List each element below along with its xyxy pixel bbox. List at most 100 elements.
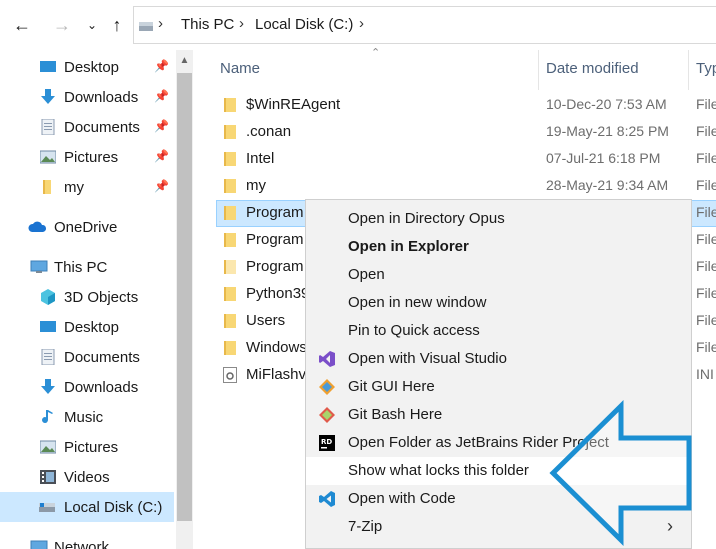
column-header-name[interactable]: Name <box>220 60 260 77</box>
drive-icon <box>139 22 153 31</box>
sidebar-item-downloads[interactable]: Downloads 📌 <box>0 82 174 112</box>
pictures-icon <box>40 440 56 454</box>
menu-item-pin-to-quick-access[interactable]: Pin to Quick access <box>306 317 691 345</box>
address-bar[interactable]: › This PC › Local Disk (C:) › <box>133 6 716 44</box>
documents-icon <box>41 349 55 365</box>
file-row[interactable]: .conan 19-May-21 8:25 PM File <box>216 119 716 146</box>
menu-item-label: Open in new window <box>348 294 487 311</box>
column-header-date-modified[interactable]: Date modified <box>546 60 639 77</box>
column-header-type[interactable]: Typ <box>696 60 716 77</box>
breadcrumb-local-disk[interactable]: Local Disk (C:) <box>255 16 353 33</box>
sidebar-item-pictures[interactable]: Pictures 📌 <box>0 142 174 172</box>
menu-item-show-what-locks-this-folder[interactable]: Show what locks this folder <box>306 457 691 485</box>
file-type: File <box>696 177 716 193</box>
menu-item-open-with-code[interactable]: Open with Code <box>306 485 691 513</box>
drive-icon <box>39 503 55 512</box>
file-name: $WinREAgent <box>246 96 341 113</box>
settings-file-icon <box>223 367 237 383</box>
menu-item-git-bash-here[interactable]: Git Bash Here <box>306 401 691 429</box>
menu-item-label: Open in Explorer <box>348 238 469 255</box>
recent-locations-chevron-icon[interactable]: ⌄ <box>84 12 100 38</box>
navigation-pane: Desktop 📌 Downloads 📌 Documents 📌 Pictur… <box>0 50 176 549</box>
breadcrumb-separator-icon[interactable]: › <box>359 15 364 32</box>
menu-item-label: Open in Directory Opus <box>348 210 505 227</box>
sidebar-item-my[interactable]: my 📌 <box>0 172 174 202</box>
menu-item-open[interactable]: Open <box>306 261 691 289</box>
sidebar-item-onedrive[interactable]: OneDrive <box>0 212 174 242</box>
folder-icon <box>224 125 236 139</box>
menu-item-7-zip[interactable]: 7-Zip › <box>306 513 691 541</box>
file-type: File <box>696 96 716 112</box>
file-type: File <box>696 231 716 247</box>
up-arrow-icon[interactable]: ↑ <box>106 12 128 38</box>
menu-item-open-in-new-window[interactable]: Open in new window <box>306 289 691 317</box>
column-divider[interactable] <box>688 50 689 90</box>
file-row[interactable]: $WinREAgent 10-Dec-20 7:53 AM File <box>216 92 716 119</box>
menu-item-label: Git GUI Here <box>348 378 435 395</box>
file-name: Program <box>246 258 304 275</box>
menu-item-open-as-rider-project[interactable]: RD Open Folder as JetBrains Rider Projec… <box>306 429 691 457</box>
pin-icon: 📌 <box>154 89 169 103</box>
sidebar-item-label: This PC <box>54 259 108 276</box>
folder-icon <box>224 98 236 112</box>
pictures-icon <box>40 150 56 164</box>
menu-item-open-in-explorer[interactable]: Open in Explorer <box>306 233 691 261</box>
3d-objects-icon <box>41 289 55 305</box>
onedrive-cloud-icon <box>28 221 47 232</box>
column-divider[interactable] <box>538 50 539 90</box>
sidebar-item-pictures-pc[interactable]: Pictures <box>0 432 174 462</box>
breadcrumb-separator-icon: › <box>239 15 244 32</box>
folder-icon <box>224 233 236 247</box>
sidebar-item-label: Local Disk (C:) <box>64 499 163 516</box>
file-date: 19-May-21 8:25 PM <box>546 123 669 139</box>
menu-item-label: Show what locks this folder <box>348 462 529 479</box>
menu-item-label: Open <box>348 266 385 283</box>
folder-icon <box>224 341 236 355</box>
menu-item-label: Open with Code <box>348 490 456 507</box>
sidebar-item-desktop-pc[interactable]: Desktop <box>0 312 174 342</box>
file-name: Users <box>246 312 286 329</box>
sort-ascending-chevron-icon: ⌃ <box>371 47 381 59</box>
sidebar-item-label: Documents <box>64 349 140 366</box>
sidebar-item-local-disk[interactable]: Local Disk (C:) <box>0 492 174 522</box>
file-name: Intel <box>246 150 275 167</box>
submenu-chevron-icon: › <box>667 516 673 536</box>
sidebar-item-label: Network <box>54 539 110 549</box>
menu-item-open-with-visual-studio[interactable]: Open with Visual Studio <box>306 345 691 373</box>
file-name: MiFlashv <box>246 366 307 383</box>
downloads-icon <box>41 89 55 104</box>
git-bash-icon <box>319 407 335 423</box>
sidebar-scrollbar-thumb[interactable] <box>177 73 192 521</box>
sidebar-item-music[interactable]: Music <box>0 402 174 432</box>
sidebar-item-this-pc[interactable]: This PC <box>0 252 174 282</box>
sidebar-item-3d-objects[interactable]: 3D Objects <box>0 282 174 312</box>
context-menu: Open in Directory Opus Open in Explorer … <box>305 199 692 549</box>
file-row[interactable]: Intel 07-Jul-21 6:18 PM File <box>216 146 716 173</box>
scroll-up-arrow-icon[interactable]: ▲ <box>176 52 193 69</box>
sidebar-item-documents[interactable]: Documents 📌 <box>0 112 174 142</box>
sidebar-item-network[interactable]: Network <box>0 532 174 549</box>
sidebar-item-desktop[interactable]: Desktop 📌 <box>0 52 174 82</box>
menu-item-open-in-directory-opus[interactable]: Open in Directory Opus <box>306 205 691 233</box>
sidebar-item-label: Music <box>64 409 104 426</box>
file-row[interactable]: my 28-May-21 9:34 AM File <box>216 173 716 200</box>
sidebar-item-downloads-pc[interactable]: Downloads <box>0 372 174 402</box>
menu-item-label: Open with Visual Studio <box>348 350 507 367</box>
forward-arrow-icon[interactable]: → <box>50 12 74 38</box>
git-gui-icon <box>319 379 335 395</box>
sidebar-item-label: Videos <box>64 469 110 486</box>
pin-icon: 📌 <box>154 149 169 163</box>
menu-item-git-gui-here[interactable]: Git GUI Here <box>306 373 691 401</box>
sidebar-item-label: Desktop <box>64 319 120 336</box>
menu-item-label: Open Folder as JetBrains Rider Project <box>348 434 609 451</box>
sidebar-item-label: Pictures <box>64 439 119 456</box>
file-name: Python39 <box>246 285 310 302</box>
back-arrow-icon[interactable]: ← <box>8 12 36 38</box>
folder-icon <box>224 206 236 220</box>
pin-icon: 📌 <box>154 119 169 133</box>
sidebar-item-videos[interactable]: Videos <box>0 462 174 492</box>
file-date: 10-Dec-20 7:53 AM <box>546 96 667 112</box>
sidebar-item-documents-pc[interactable]: Documents <box>0 342 174 372</box>
file-date: 28-May-21 9:34 AM <box>546 177 669 193</box>
breadcrumb-this-pc[interactable]: This PC <box>181 16 234 33</box>
